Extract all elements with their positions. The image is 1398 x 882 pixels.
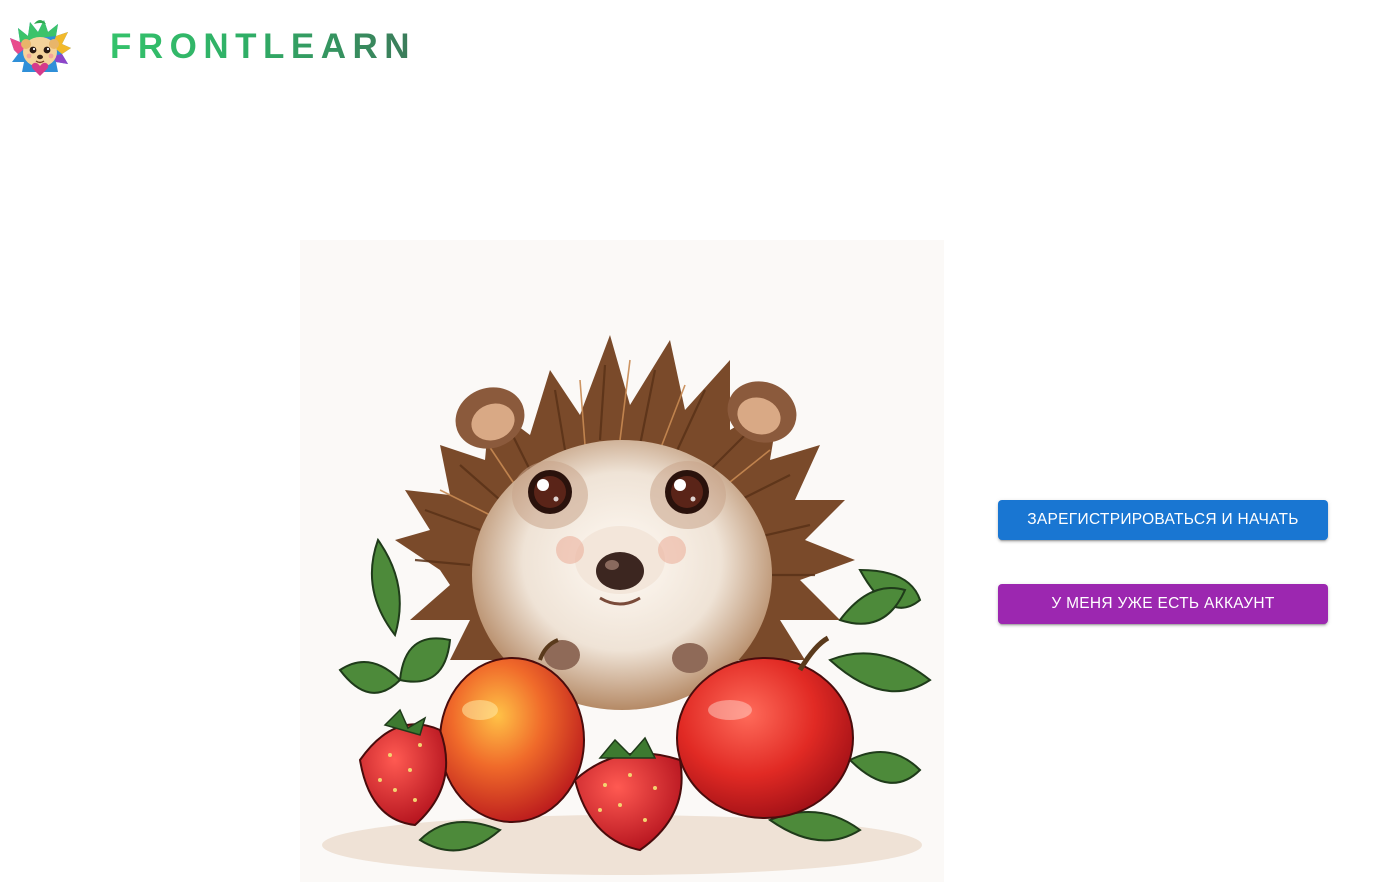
hero-illustration	[300, 240, 944, 882]
header: FRONTLEARN	[0, 0, 1398, 95]
existing-account-button[interactable]: У меня уже есть аккаунт	[998, 584, 1328, 624]
hedgehog-logo-icon[interactable]	[8, 16, 72, 78]
register-and-start-button[interactable]: Зарегистрироваться и начать	[998, 500, 1328, 540]
brand-title[interactable]: FRONTLEARN	[110, 27, 416, 67]
